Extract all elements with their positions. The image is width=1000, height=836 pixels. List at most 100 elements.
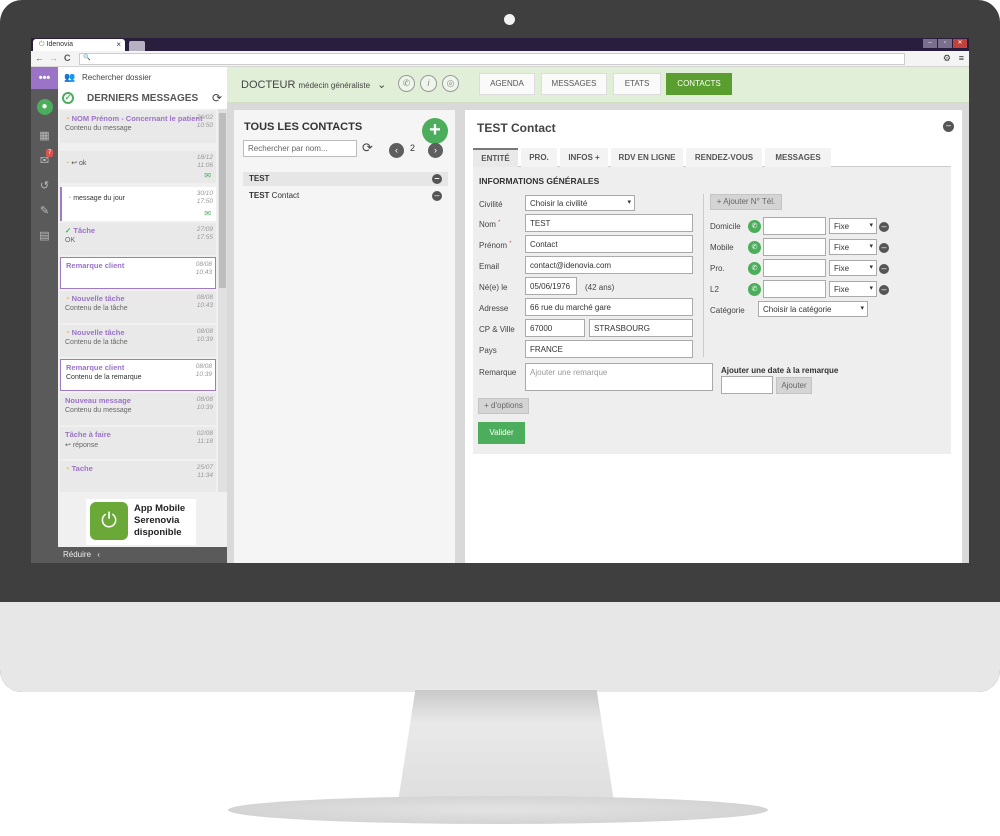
more-options-button[interactable]: + d'options — [478, 398, 529, 414]
ville-field[interactable]: STRASBOURG — [589, 319, 693, 337]
back-button[interactable]: ← — [35, 53, 44, 63]
tab-infos[interactable]: INFOS + — [560, 148, 608, 167]
mail-icon[interactable]: ✉ 7 — [31, 149, 58, 172]
unread-badge: 7 — [46, 149, 54, 157]
phone-type-select[interactable]: Fixe — [829, 239, 877, 255]
phone-number-input[interactable] — [763, 217, 826, 235]
close-window-button[interactable]: ✕ — [953, 39, 967, 48]
doctor-selector[interactable]: DOCTEUR médecin généraliste ⌄ — [241, 78, 386, 91]
gear-icon[interactable]: ⚙ — [943, 53, 951, 64]
list-item[interactable]: ◔ Nouvelle tâche Contenu de la tâche 08/… — [60, 291, 216, 323]
adresse-field[interactable]: 66 rue du marché gare — [525, 298, 693, 316]
tab-rendez-vous[interactable]: RENDEZ-VOUS — [686, 148, 762, 167]
browser-tab[interactable]: ⏻ Idenovia × — [33, 39, 125, 51]
check-icon[interactable]: ✓ — [62, 92, 74, 104]
phone-number-input[interactable] — [763, 238, 826, 256]
add-phone-button[interactable]: + Ajouter N° Tél. — [710, 194, 782, 210]
tab-pro[interactable]: PRO. — [521, 148, 557, 167]
nav-agenda[interactable]: AGENDA — [479, 73, 535, 95]
cp-field[interactable]: 67000 — [525, 319, 585, 337]
maximize-button[interactable]: ▫ — [938, 39, 952, 48]
remove-icon[interactable]: – — [432, 191, 442, 201]
history-icon[interactable]: ↺ — [31, 175, 58, 197]
civilite-select[interactable]: Choisir la civilité — [525, 195, 635, 211]
list-item[interactable]: ◔ message du jour 30/10 17:50 ✉ — [60, 187, 216, 221]
pin-icon[interactable]: ✎ — [31, 200, 58, 222]
list-item[interactable]: ◔ NOM Prénom - Concernant le patient Con… — [60, 111, 216, 143]
phone-type-select[interactable]: Fixe — [829, 260, 877, 276]
reduce-button[interactable]: Réduire ‹ — [58, 547, 227, 563]
reload-button[interactable]: C — [64, 53, 71, 63]
list-item[interactable]: ◔ ↩ ok 18/12 11:06 ✉ — [60, 151, 216, 183]
add-contact-button[interactable]: + — [422, 118, 448, 144]
scroll-thumb[interactable] — [219, 113, 226, 288]
nav-etats[interactable]: ETATS — [613, 73, 661, 95]
phone-type-select[interactable]: Fixe — [829, 281, 877, 297]
message-title: Tâche — [73, 226, 96, 235]
tab-entite[interactable]: ENTITÉ — [473, 148, 518, 167]
prev-page-button[interactable]: ‹ — [389, 143, 404, 158]
new-tab-button[interactable] — [129, 41, 145, 51]
categorie-select[interactable]: Choisir la catégorie — [758, 301, 868, 317]
contact-group-label: TEST — [249, 174, 270, 183]
list-item[interactable]: Tâche à faire ↩ réponse 02/08 11:18 — [60, 427, 216, 459]
refresh-icon[interactable]: ⟳ — [362, 140, 373, 156]
forward-button[interactable]: → — [49, 53, 58, 63]
tab-rdv-en-ligne[interactable]: RDV EN LIGNE — [611, 148, 683, 167]
remove-icon[interactable]: – — [879, 222, 889, 232]
info-icon[interactable]: i — [420, 75, 437, 92]
list-item[interactable]: Remarque client Contenu de la remarque 0… — [60, 359, 216, 391]
collapse-icon[interactable]: – — [943, 121, 954, 132]
list-item[interactable]: ◔ Nouvelle tâche Contenu de la tâche 08/… — [60, 325, 216, 357]
minimize-button[interactable]: – — [923, 39, 937, 48]
birthdate-field[interactable]: 05/06/1976 — [525, 277, 577, 295]
app-text-line: disponible — [134, 527, 182, 538]
remove-icon[interactable]: – — [879, 243, 889, 253]
next-page-button[interactable]: › — [428, 143, 443, 158]
nav-contacts[interactable]: CONTACTS — [666, 73, 732, 95]
tab-messages[interactable]: MESSAGES — [765, 148, 831, 167]
url-input[interactable]: 🔍 — [79, 53, 905, 65]
collapse-icon[interactable]: – — [432, 174, 442, 184]
app-mobile-banner[interactable]: ⏻ App Mobile Serenovia disponible — [86, 499, 196, 545]
nom-field[interactable]: TEST — [525, 214, 693, 232]
apps-menu-icon[interactable]: ••• — [31, 67, 58, 89]
close-icon[interactable]: × — [116, 40, 121, 49]
phone-type-select[interactable]: Fixe — [829, 218, 877, 234]
message-title: Remarque client — [66, 261, 125, 270]
remove-icon[interactable]: – — [879, 285, 889, 295]
camera-icon[interactable]: ◎ — [442, 75, 459, 92]
message-date: 08/08 — [196, 396, 213, 403]
nav-messages[interactable]: MESSAGES — [541, 73, 607, 95]
phone-icon[interactable]: ✆ — [398, 75, 415, 92]
message-date: 27/09 — [196, 226, 213, 233]
email-field[interactable]: contact@idenovia.com — [525, 256, 693, 274]
contact-search-input[interactable]: Rechercher par nom... — [243, 140, 357, 157]
valider-button[interactable]: Valider — [478, 422, 525, 444]
monitor-stand — [398, 690, 614, 802]
phone-number-input[interactable] — [763, 259, 826, 277]
refresh-icon[interactable]: ⟳ — [212, 91, 222, 105]
calendar-icon[interactable]: ▦ — [31, 125, 58, 147]
menu-icon[interactable]: ≡ — [959, 53, 964, 63]
pays-field[interactable]: FRANCE — [525, 340, 693, 358]
print-icon[interactable]: ▤ — [31, 225, 58, 247]
clock-icon: ◔ — [65, 328, 70, 337]
contact-group-row[interactable]: TEST – — [243, 172, 448, 186]
list-item[interactable]: ✓ Tâche OK 27/09 17:55 — [60, 223, 216, 255]
remarque-date-input[interactable] — [721, 376, 773, 394]
list-item[interactable]: Remarque client 08/08 10:43 — [60, 257, 216, 289]
ajouter-button[interactable]: Ajouter — [776, 377, 812, 394]
clock-icon: ◔ — [65, 114, 70, 123]
contact-row[interactable]: TEST Contact – — [243, 189, 448, 203]
remarque-textarea[interactable]: Ajouter une remarque — [525, 363, 713, 391]
phone-number-input[interactable] — [763, 280, 826, 298]
remove-icon[interactable]: – — [879, 264, 889, 274]
search-folder[interactable]: 👥 Rechercher dossier — [58, 67, 227, 89]
icon-sidebar: ••• ● ▦ ✉ 7 ↺ ✎ ▤ — [31, 67, 58, 563]
messages-scrollbar[interactable] — [218, 109, 227, 492]
user-icon[interactable]: ● — [31, 95, 58, 117]
list-item[interactable]: Nouveau message Contenu du message 08/08… — [60, 393, 216, 425]
list-item[interactable]: ◔ Tache 25/07 11:34 — [60, 461, 216, 492]
prenom-field[interactable]: Contact — [525, 235, 693, 253]
